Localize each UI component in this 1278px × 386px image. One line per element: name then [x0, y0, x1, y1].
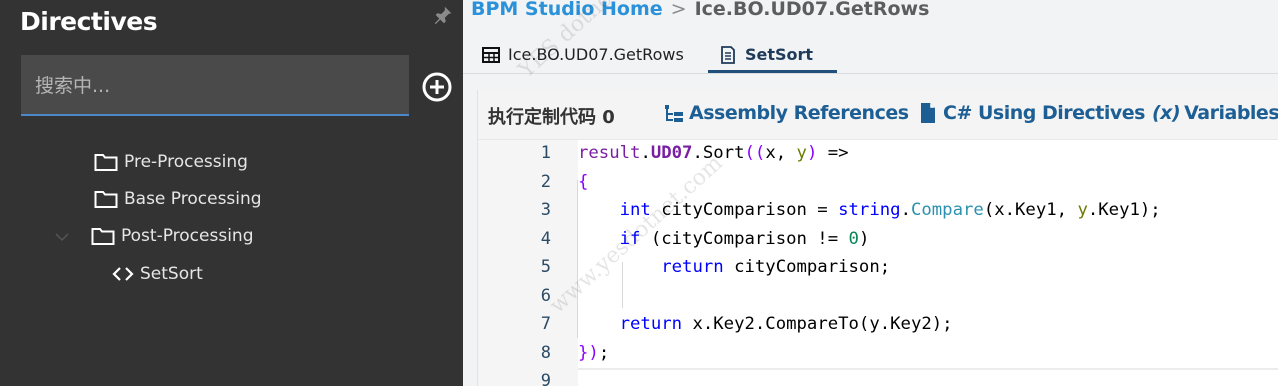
variables-button[interactable]: (x) Variables — [1152, 102, 1278, 124]
line-number: 7 — [540, 314, 551, 334]
code-line: result.UD07.Sort((x, y) => — [578, 143, 849, 163]
tree-item-label: Base Processing — [124, 189, 262, 209]
line-number: 5 — [540, 257, 551, 277]
tab-label: SetSort — [745, 45, 814, 64]
toolbar-title: 执行定制代码 0 — [488, 107, 615, 128]
add-circle-icon[interactable] — [421, 71, 453, 103]
line-number: 9 — [540, 371, 551, 386]
code-line: return x.Key2.CompareTo(y.Key2); — [619, 314, 953, 334]
code-line: int cityComparison = string.Compare(x.Ke… — [619, 200, 1161, 220]
breadcrumb-home-link[interactable]: BPM Studio Home — [471, 0, 663, 20]
breadcrumb-current: Ice.BO.UD07.GetRows — [694, 0, 930, 20]
tree-item-label: Post-Processing — [121, 226, 254, 246]
code-icon — [112, 267, 134, 281]
line-number: 3 — [540, 200, 551, 220]
tree-item-label: SetSort — [140, 264, 203, 284]
chevron-down-icon[interactable] — [55, 232, 69, 242]
line-number: 6 — [540, 286, 551, 306]
code-toolbar: 执行定制代码 0 Assembly References C# Using Di… — [478, 90, 1278, 140]
tree-list-icon — [665, 105, 683, 122]
code-editor[interactable]: 1 2 3 4 5 6 7 8 9 result.UD07.Sort((x, y… — [478, 140, 1278, 386]
sidebar: Directives Pre-Processing Base Processin… — [0, 0, 463, 386]
tab-label: Ice.BO.UD07.GetRows — [508, 45, 684, 64]
tree-item-post-processing[interactable]: Post-Processing — [91, 226, 253, 246]
table-icon — [482, 46, 500, 63]
line-number: 2 — [540, 172, 551, 192]
sidebar-title: Directives — [20, 7, 158, 36]
tree-item-base-processing[interactable]: Base Processing — [94, 189, 262, 209]
code-panel: 执行定制代码 0 Assembly References C# Using Di… — [477, 90, 1278, 386]
current-line-highlight — [578, 368, 1278, 386]
tree-item-label: Pre-Processing — [124, 152, 248, 172]
using-directives-label: C# Using Directives — [943, 102, 1145, 124]
folder-icon — [94, 191, 118, 208]
assembly-references-button[interactable]: Assembly References — [664, 102, 909, 124]
line-number: 8 — [540, 343, 551, 363]
tab-setsort[interactable]: SetSort — [719, 45, 813, 64]
tab-getrows[interactable]: Ice.BO.UD07.GetRows — [482, 45, 684, 64]
line-number: 1 — [540, 143, 551, 163]
code-line: if (cityComparison != 0) — [619, 229, 870, 249]
main-area: BPM Studio Home > Ice.BO.UD07.GetRows Ice.… — [463, 0, 1278, 386]
document-icon — [721, 45, 735, 64]
folder-icon — [91, 228, 115, 245]
variables-label: Variables — [1184, 102, 1278, 124]
search-box — [21, 55, 409, 116]
variables-icon: (x) — [1152, 102, 1181, 124]
breadcrumb-separator: > — [670, 0, 687, 20]
tab-divider — [463, 73, 1278, 74]
file-icon — [921, 103, 935, 123]
line-number: 4 — [540, 229, 551, 249]
code-line: }); — [578, 343, 610, 363]
tree-item-pre-processing[interactable]: Pre-Processing — [94, 152, 248, 172]
tree-item-setsort[interactable]: SetSort — [112, 264, 203, 284]
assembly-references-label: Assembly References — [689, 102, 909, 124]
folder-icon — [94, 154, 118, 171]
code-line: { — [578, 172, 589, 192]
pin-icon[interactable] — [432, 4, 454, 26]
code-line: return cityComparison; — [661, 257, 891, 277]
tab-bar: Ice.BO.UD07.GetRows SetSort — [463, 40, 1278, 74]
search-input[interactable] — [35, 73, 395, 99]
using-directives-button[interactable]: C# Using Directives — [918, 102, 1145, 124]
breadcrumb: BPM Studio Home > Ice.BO.UD07.GetRows — [471, 0, 929, 20]
